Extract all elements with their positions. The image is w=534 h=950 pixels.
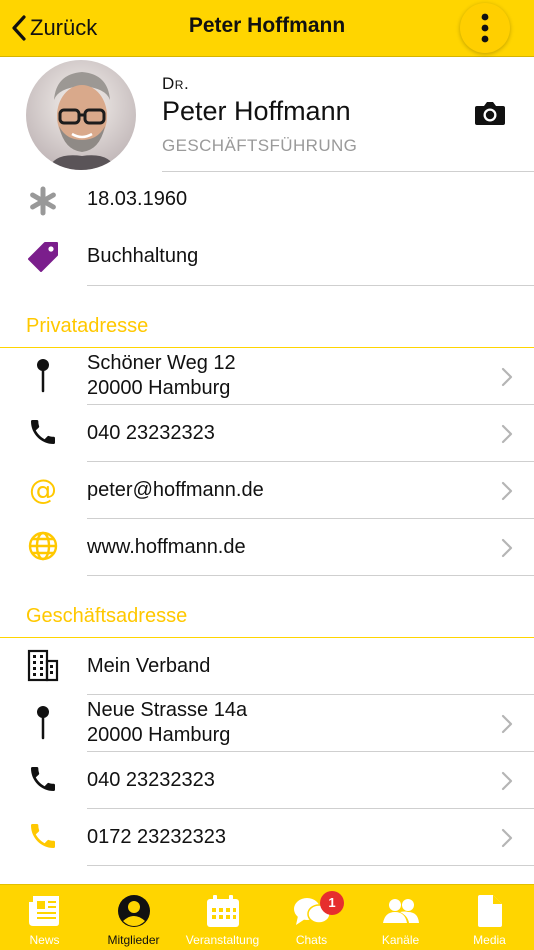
building-icon <box>26 648 60 682</box>
camera-icon <box>475 102 505 125</box>
asterisk-icon <box>26 184 60 218</box>
private-phone-row[interactable]: 040 23232323 <box>0 405 534 462</box>
profile-name: Peter Hoffmann <box>162 96 351 126</box>
camera-button[interactable] <box>474 100 506 126</box>
address-line-1: Neue Strasse 14a <box>87 699 248 721</box>
tab-veranstaltung[interactable]: Veranstaltung <box>178 885 267 950</box>
business-mobile-text: 0172 23232323 <box>87 826 227 848</box>
back-button[interactable]: Zurück <box>10 12 97 44</box>
avatar[interactable] <box>26 60 136 170</box>
birthday-text: 18.03.1960 <box>87 188 188 210</box>
chevron-right-icon <box>501 538 513 558</box>
vertical-dots-icon <box>481 13 489 43</box>
pin-icon <box>26 358 60 393</box>
business-phone-text: 040 23232323 <box>87 769 215 791</box>
tab-label: Chats <box>295 933 328 947</box>
document-icon <box>445 893 534 929</box>
chevron-right-icon <box>501 367 513 387</box>
chevron-left-icon <box>12 15 26 41</box>
tab-label: Media <box>473 933 506 947</box>
tag-icon <box>26 239 60 273</box>
app-header: Zurück Peter Hoffmann <box>0 0 534 57</box>
globe-icon <box>26 529 60 563</box>
organization-row: Mein Verband <box>0 638 534 695</box>
birthday-row: 18.03.1960 <box>0 172 534 229</box>
tab-bar: News Mitglieder Veranstaltung Chats Kanä… <box>0 884 534 950</box>
chevron-right-icon <box>501 828 513 848</box>
tab-kanaele[interactable]: Kanäle <box>356 885 445 950</box>
private-email-row[interactable]: @ peter@hoffmann.de <box>0 462 534 519</box>
private-phone-text: 040 23232323 <box>87 422 215 444</box>
tab-label: Kanäle <box>381 933 420 947</box>
address-line-1: Schöner Weg 12 <box>87 352 236 374</box>
at-icon: @ <box>29 472 57 506</box>
chevron-right-icon <box>501 714 513 734</box>
chevron-right-icon <box>501 481 513 501</box>
chevron-right-icon <box>501 771 513 791</box>
address-line-2: 20000 Hamburg <box>87 377 231 399</box>
department-row: Buchhaltung <box>0 229 534 286</box>
tab-media[interactable]: Media <box>445 885 534 950</box>
private-address-row[interactable]: Schöner Weg 12 20000 Hamburg <box>0 348 534 405</box>
row-divider <box>87 575 534 576</box>
business-address-row[interactable]: Neue Strasse 14a 20000 Hamburg <box>0 695 534 752</box>
tab-label: Veranstaltung <box>185 933 260 947</box>
business-mobile-row[interactable]: 0172 23232323 <box>0 809 534 866</box>
phone-icon <box>26 415 60 449</box>
group-icon <box>356 893 445 929</box>
person-circle-icon <box>89 893 178 929</box>
avatar-photo <box>26 60 136 170</box>
private-website-row[interactable]: www.hoffmann.de <box>0 519 534 576</box>
address-line-2: 20000 Hamburg <box>87 724 231 746</box>
row-divider <box>87 865 534 866</box>
organization-text: Mein Verband <box>87 655 211 677</box>
more-options-button[interactable] <box>460 3 510 53</box>
department-text: Buchhaltung <box>87 245 199 267</box>
phone-icon <box>26 762 60 796</box>
calendar-icon <box>178 893 267 929</box>
back-label: Zurück <box>30 15 98 40</box>
business-phone-row[interactable]: 040 23232323 <box>0 752 534 809</box>
private-email-text: peter@hoffmann.de <box>87 479 264 501</box>
business-address-heading: Geschäftsadresse <box>26 605 188 627</box>
tab-chats[interactable]: Chats <box>267 885 356 950</box>
pin-icon <box>26 705 60 740</box>
tab-label: Mitglieder <box>107 933 160 947</box>
private-website-text: www.hoffmann.de <box>87 536 246 558</box>
name-prefix: Dr. <box>162 74 190 93</box>
row-divider <box>87 285 534 286</box>
tab-news[interactable]: News <box>0 885 89 950</box>
mobile-phone-icon <box>26 819 60 853</box>
chevron-right-icon <box>501 424 513 444</box>
tab-label: News <box>29 933 60 947</box>
chats-unread-badge: 1 <box>320 891 344 915</box>
profile-role: GESCHÄFTSFÜHRUNG <box>162 136 358 155</box>
tab-mitglieder[interactable]: Mitglieder <box>89 885 178 950</box>
private-address-heading: Privatadresse <box>26 315 149 337</box>
newspaper-icon <box>0 893 89 929</box>
